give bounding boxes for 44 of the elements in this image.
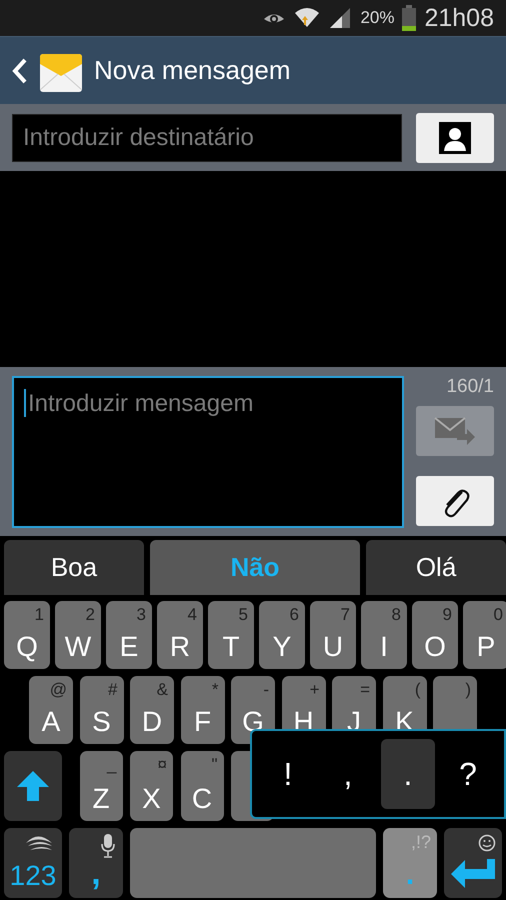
signal-icon <box>328 6 352 30</box>
keyboard-key[interactable]: 4 R <box>157 601 203 669</box>
keyboard-key[interactable]: 7 U <box>310 601 356 669</box>
message-field[interactable]: Introduzir mensagem <box>12 376 404 528</box>
character-counter: 160/1 <box>446 376 494 398</box>
recipient-field[interactable]: Introduzir destinatário <box>12 114 402 162</box>
keyboard-key[interactable]: # S <box>80 676 124 744</box>
comma-key[interactable]: , <box>69 828 123 898</box>
text-cursor <box>24 389 26 417</box>
keyboard-key[interactable]: @ A <box>29 676 73 744</box>
suggestion[interactable]: Olá <box>366 540 506 595</box>
swoosh-logo-icon <box>24 834 54 852</box>
microphone-icon <box>101 834 115 858</box>
keyboard-key[interactable]: 5 T <box>208 601 254 669</box>
keyboard-key[interactable]: 6 Y <box>259 601 305 669</box>
shift-key[interactable] <box>4 751 62 821</box>
contacts-button[interactable] <box>416 112 494 162</box>
keyboard-key[interactable]: 0 P <box>463 601 506 669</box>
battery-icon <box>402 5 416 31</box>
keyboard-key[interactable]: 1 Q <box>4 601 50 669</box>
suggestion[interactable]: Boa <box>4 540 144 595</box>
attach-button[interactable] <box>416 476 494 526</box>
person-icon <box>439 122 471 154</box>
keyboard-key[interactable]: 9 O <box>412 601 458 669</box>
battery-percent: 20% <box>360 8 394 28</box>
popup-key[interactable]: . <box>381 739 435 809</box>
suggestion[interactable]: Não <box>150 540 360 595</box>
status-time: 21h08 <box>424 4 494 32</box>
keyboard-key[interactable]: 8 I <box>361 601 407 669</box>
keyboard-key[interactable]: ¤ X <box>130 751 173 821</box>
smiley-icon <box>478 834 496 852</box>
shift-arrow-icon <box>16 769 50 803</box>
send-icon <box>433 416 477 446</box>
numbers-key[interactable]: 123 <box>4 828 62 898</box>
back-icon[interactable] <box>12 58 28 84</box>
keyboard-key[interactable]: * F <box>180 676 224 744</box>
enter-arrow-icon <box>449 857 497 889</box>
keyboard-key[interactable]: _ Z <box>80 751 122 821</box>
keyboard-key[interactable]: & D <box>130 676 174 744</box>
keyboard-key[interactable]: 3 E <box>106 601 152 669</box>
enter-key[interactable] <box>444 828 502 898</box>
screen-title: Nova mensagem <box>94 55 291 86</box>
keyboard-key[interactable]: 2 W <box>55 601 101 669</box>
keyboard-key[interactable]: " C <box>180 751 224 821</box>
